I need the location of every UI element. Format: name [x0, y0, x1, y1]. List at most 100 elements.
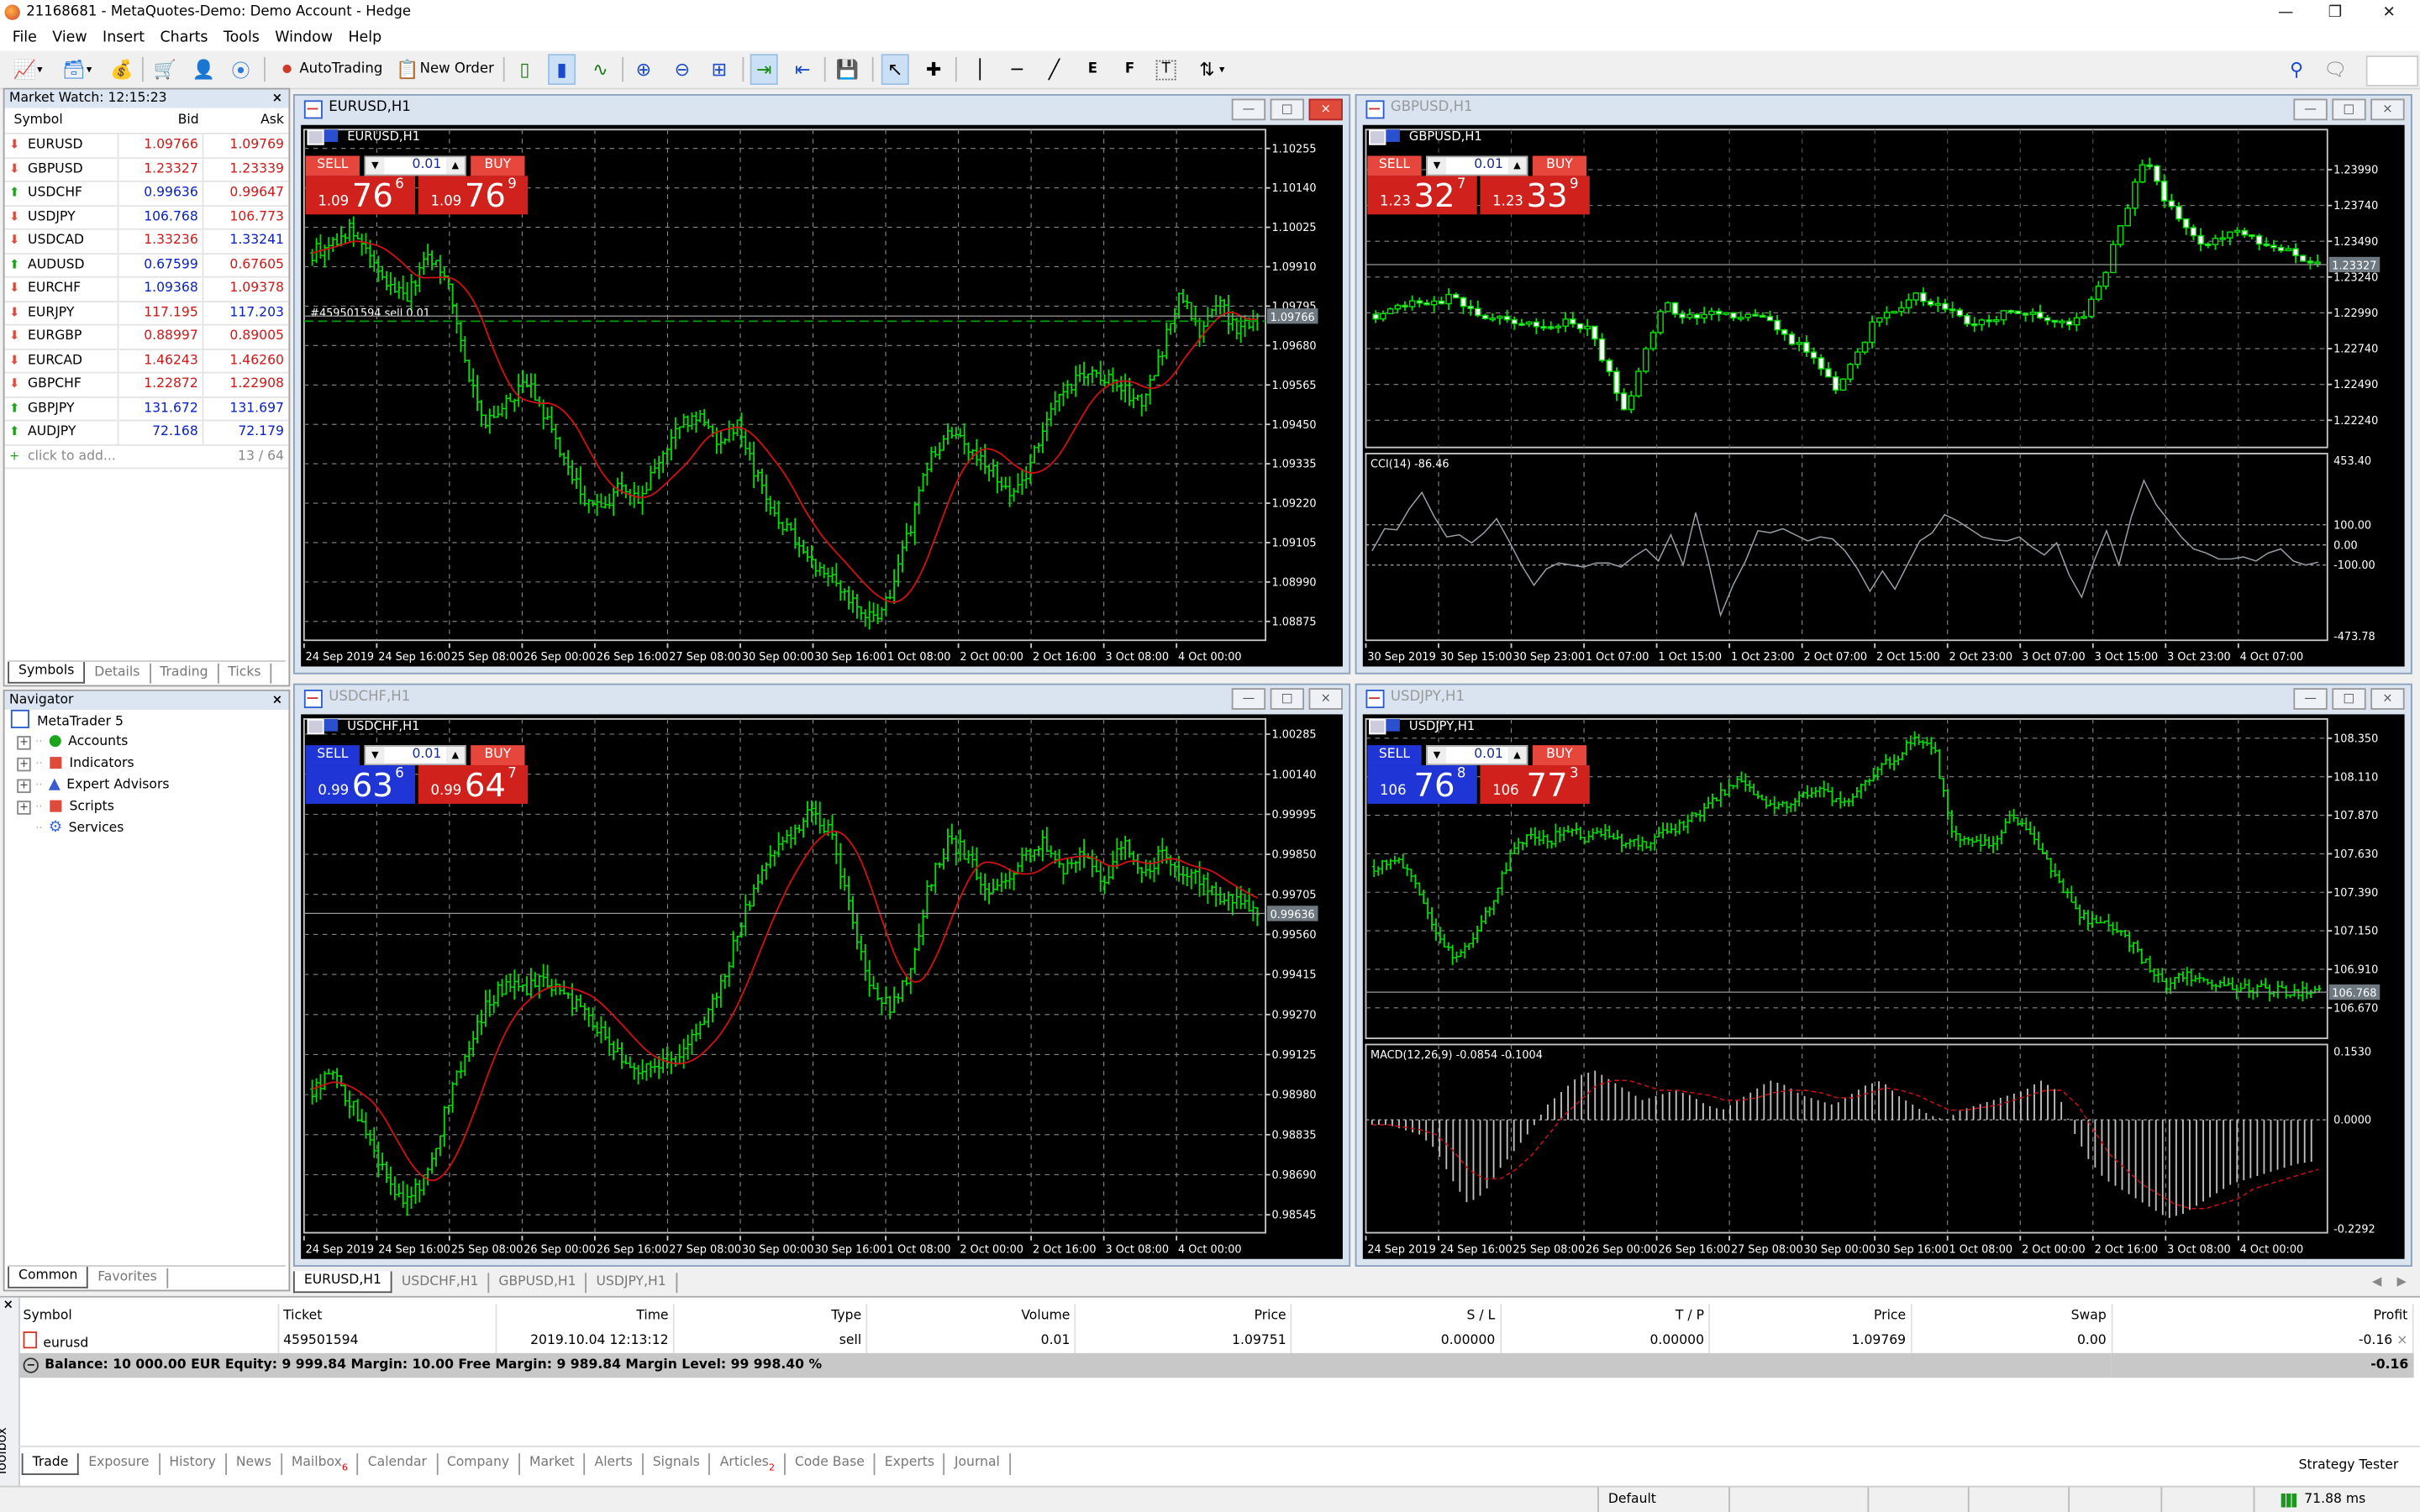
chart-canvas[interactable]: 24 Sep 2019 24 Sep 16:00 25 Sep 08:00 26 Se…: [1362, 714, 2405, 1259]
column-header-profit[interactable]: Profit: [2112, 1304, 2414, 1329]
menu-help[interactable]: Help: [340, 26, 389, 50]
close-icon[interactable]: ×: [272, 90, 282, 108]
zoom-in-button[interactable]: ⊕: [631, 55, 655, 83]
order-line-label[interactable]: #459501594 sell 0.01: [310, 307, 430, 320]
arrows-button[interactable]: ⇅ ▾: [1195, 55, 1224, 83]
column-header-time[interactable]: Time: [495, 1304, 675, 1329]
market-watch-row[interactable]: ⬇ EURCAD 1.46243 1.46260: [4, 349, 289, 374]
autoscroll-button[interactable]: ⇥: [750, 54, 778, 86]
chart-tab-usdjpy-h1[interactable]: USDJPY,H1: [587, 1273, 677, 1294]
chart-properties-icon[interactable]: [307, 129, 324, 145]
market-watch-row[interactable]: ⬆ GBPJPY 131.672 131.697: [4, 396, 289, 422]
volume-increase-button[interactable]: ▲: [445, 746, 465, 764]
strategy-tester-tab[interactable]: Strategy Tester: [2299, 1458, 2399, 1473]
search-input[interactable]: [2365, 55, 2419, 87]
close-button[interactable]: ×: [2370, 98, 2405, 121]
menu-view[interactable]: View: [45, 26, 95, 50]
navigator-item-services[interactable]: ·· ⚙ Services: [5, 817, 289, 839]
minimize-button[interactable]: —: [1231, 98, 1266, 121]
chart-window-header[interactable]: USDCHF,H1 — □ ×: [295, 685, 1349, 711]
column-header-price-current[interactable]: Price: [1709, 1304, 1912, 1329]
buy-price[interactable]: 0.99 64 7: [418, 765, 529, 804]
buy-price[interactable]: 1.09 76 9: [418, 176, 529, 215]
volume-increase-button[interactable]: ▲: [445, 157, 465, 175]
minimize-button[interactable]: —: [2269, 2, 2302, 25]
column-header-type[interactable]: Type: [673, 1304, 868, 1329]
column-header-volume[interactable]: Volume: [866, 1304, 1076, 1329]
toolbox-tab-journal[interactable]: Journal: [945, 1453, 1011, 1475]
sell-price[interactable]: 1.09 76 6: [305, 176, 416, 215]
fibonacci-button[interactable]: F: [1118, 55, 1142, 83]
sell-price[interactable]: 1.23 32 7: [1367, 176, 1477, 215]
toolbox-tab-history[interactable]: History: [160, 1453, 227, 1475]
menu-insert[interactable]: Insert: [95, 26, 152, 50]
maximize-button[interactable]: □: [1270, 98, 1305, 121]
maximize-button[interactable]: □: [2332, 98, 2366, 121]
navigator-item-scripts[interactable]: + ·· ■ Scripts: [5, 796, 289, 818]
menu-window[interactable]: Window: [267, 26, 340, 50]
sell-button[interactable]: SELL: [305, 155, 360, 176]
volume-decrease-button[interactable]: ▼: [366, 746, 385, 764]
market-watch-row[interactable]: ⬇ EURJPY 117.195 117.203: [4, 301, 289, 326]
new-chart-button[interactable]: 📈 ▾: [13, 55, 43, 83]
chat-button[interactable]: 🗨: [2323, 55, 2347, 83]
volume-input[interactable]: ▼ 0.01 ▲: [364, 745, 466, 766]
column-header-ask[interactable]: Ask: [203, 108, 289, 134]
column-header-s-l[interactable]: S / L: [1292, 1304, 1502, 1329]
volume-decrease-button[interactable]: ▼: [1427, 746, 1447, 764]
navigator-item-accounts[interactable]: + ·· ● Accounts: [5, 732, 289, 753]
buy-button[interactable]: BUY: [471, 745, 525, 766]
tab-details[interactable]: Details: [85, 663, 151, 684]
expand-icon[interactable]: +: [17, 801, 31, 815]
text-button[interactable]: T: [1155, 55, 1176, 83]
elliott-button[interactable]: E: [1081, 55, 1105, 83]
toolbox-tab-experts[interactable]: Experts: [876, 1453, 945, 1475]
market-watch-row[interactable]: ⬇ EURCHF 1.09368 1.09378: [4, 276, 289, 302]
market-watch-row[interactable]: ⬇ GBPCHF 1.22872 1.22908: [4, 372, 289, 397]
trendline-button[interactable]: ╱: [1042, 55, 1066, 83]
cursor-button[interactable]: ↖: [881, 54, 909, 86]
expand-icon[interactable]: +: [17, 736, 31, 750]
templates-button[interactable]: 💾: [835, 55, 860, 83]
horizontal-line-button[interactable]: ─: [1005, 55, 1029, 83]
search-button[interactable]: ⚲: [2284, 55, 2308, 83]
maximize-button[interactable]: □: [1270, 688, 1305, 710]
volume-decrease-button[interactable]: ▼: [366, 157, 385, 175]
close-icon[interactable]: ×: [3, 1298, 13, 1312]
market-button[interactable]: 🛒: [153, 55, 177, 83]
chart-window-eurusd[interactable]: EURUSD,H1 — □ × 24 Sep 2019 24 Sep 16:00 25 …: [292, 94, 1351, 675]
toolbox-tab-news[interactable]: News: [227, 1453, 282, 1475]
one-click-icon[interactable]: [324, 718, 339, 732]
close-button[interactable]: ×: [1308, 688, 1343, 710]
profiles-button[interactable]: 🗃 ▾: [61, 55, 92, 83]
chart-tab-gbpusd-h1[interactable]: GBPUSD,H1: [489, 1273, 587, 1294]
column-header-price[interactable]: Price: [1075, 1304, 1293, 1329]
toolbox-tab-exposure[interactable]: Exposure: [79, 1453, 160, 1475]
chart-window-header[interactable]: GBPUSD,H1 — □ ×: [1356, 96, 2410, 122]
bar-chart-button[interactable]: ▯: [513, 55, 537, 83]
chart-properties-icon[interactable]: [1369, 129, 1386, 145]
sell-price[interactable]: 0.99 63 6: [305, 765, 416, 804]
menu-charts[interactable]: Charts: [152, 26, 215, 50]
column-header-swap[interactable]: Swap: [1911, 1304, 2113, 1329]
chart-tab-usdchf-h1[interactable]: USDCHF,H1: [392, 1273, 490, 1294]
tab-favorites[interactable]: Favorites: [88, 1268, 168, 1289]
market-watch-row[interactable]: ⬆ AUDJPY 72.168 72.179: [4, 420, 289, 445]
one-click-icon[interactable]: [1386, 718, 1400, 732]
close-icon[interactable]: ×: [272, 691, 282, 710]
vps-button[interactable]: ⦿: [229, 55, 253, 83]
navigator-root[interactable]: MetaTrader 5: [5, 709, 289, 732]
profile-status[interactable]: Default: [1608, 1492, 1656, 1507]
column-header-bid[interactable]: Bid: [117, 108, 204, 134]
zoom-out-button[interactable]: ⊖: [670, 55, 694, 83]
market-watch-row[interactable]: ⬆ AUDUSD 0.67599 0.67605: [4, 253, 289, 278]
toolbox-tab-signals[interactable]: Signals: [644, 1453, 711, 1475]
buy-price[interactable]: 106 77 3: [1480, 765, 1590, 804]
market-watch-row[interactable]: ⬇ EURGBP 0.88997 0.89005: [4, 324, 289, 349]
chart-window-usdjpy[interactable]: USDJPY,H1 — □ × 24 Sep 2019 24 Sep 16:00 25 …: [1355, 683, 2412, 1267]
close-button[interactable]: ✕: [2372, 2, 2406, 25]
column-header-symbol[interactable]: Symbol: [18, 1304, 279, 1329]
volume-input[interactable]: ▼ 0.01 ▲: [1426, 155, 1528, 176]
chart-canvas[interactable]: 30 Sep 2019 30 Sep 15:00 30 Sep 23:00 1 Oct…: [1362, 124, 2405, 667]
sell-button[interactable]: SELL: [1367, 745, 1422, 766]
